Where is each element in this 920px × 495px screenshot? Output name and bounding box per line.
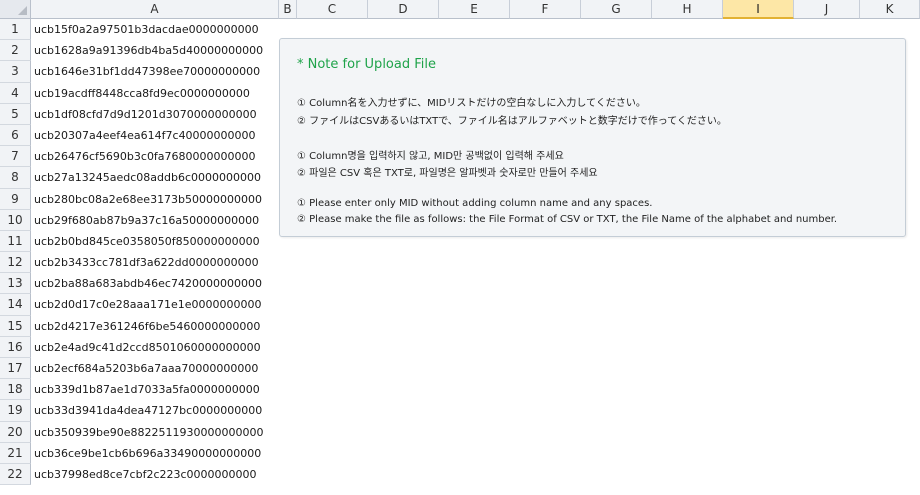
table-row: ucb2d0d17c0e28aaa171e1e0000000000 [31,294,279,315]
column-header-bar: A B C D E F G H I J K [31,0,920,19]
table-row: ucb339d1b87ae1d7033a5fa0000000000 [31,379,279,400]
row-header-bar: 1 2 3 4 5 6 7 8 9 10 11 12 13 14 15 16 1… [0,19,31,486]
row-header[interactable]: 10 [0,209,31,231]
column-a-cells: ucb15f0a2a97501b3dacdae0000000000 ucb162… [31,19,279,485]
row-header[interactable]: 22 [0,463,31,486]
cell-a[interactable]: ucb15f0a2a97501b3dacdae0000000000 [31,19,279,40]
table-row: ucb1646e31bf1dd47398ee70000000000 [31,61,279,82]
cell-a[interactable]: ucb20307a4eef4ea614f7c40000000000 [31,125,279,146]
cell-a[interactable]: ucb2b0bd845ce0358050f850000000000 [31,231,279,252]
table-row: ucb19acdff8448cca8fd9ec0000000000 [31,83,279,104]
cell-a[interactable]: ucb29f680ab87b9a37c16a50000000000 [31,210,279,231]
table-row: ucb1628a9a91396db4ba5d40000000000 [31,40,279,61]
table-row: ucb2b0bd845ce0358050f850000000000 [31,231,279,252]
row-header[interactable]: 16 [0,336,31,358]
table-row: ucb27a13245aedc08addb6c0000000000 [31,167,279,188]
row-header[interactable]: 7 [0,146,31,168]
table-row: ucb29f680ab87b9a37c16a50000000000 [31,210,279,231]
cell-a[interactable]: ucb2ba88a683abdb46ec7420000000000 [31,273,279,294]
row-header[interactable]: 15 [0,315,31,337]
table-row: ucb37998ed8ce7cbf2c223c0000000000 [31,464,279,485]
column-header-f[interactable]: F [510,0,581,19]
column-header-a[interactable]: A [31,0,279,19]
table-row: ucb15f0a2a97501b3dacdae0000000000 [31,19,279,40]
table-row: ucb33d3941da4dea47127bc0000000000 [31,400,279,421]
row-header[interactable]: 8 [0,167,31,189]
cell-a[interactable]: ucb2e4ad9c41d2ccd8501060000000000 [31,337,279,358]
row-header[interactable]: 4 [0,82,31,104]
row-header[interactable]: 6 [0,124,31,147]
cell-a[interactable]: ucb26476cf5690b3c0fa7680000000000 [31,146,279,167]
cell-a[interactable]: ucb2b3433cc781df3a622dd0000000000 [31,252,279,273]
row-header[interactable]: 19 [0,400,31,422]
row-header[interactable]: 1 [0,19,31,41]
row-header[interactable]: 11 [0,230,31,253]
table-row: ucb2e4ad9c41d2ccd8501060000000000 [31,337,279,358]
table-row: ucb36ce9be1cb6b696a33490000000000 [31,443,279,464]
note-line-jp-2: ② ファイルはCSVあるいはTXTで、ファイル名はアルファベットと数字だけで作っ… [297,116,727,127]
row-header[interactable]: 3 [0,61,31,83]
spreadsheet: A B C D E F G H I J K 1 2 3 4 5 6 7 8 9 … [0,0,920,495]
column-header-e[interactable]: E [439,0,510,19]
cell-a[interactable]: ucb1628a9a91396db4ba5d40000000000 [31,40,279,61]
upload-note-box[interactable]: * Note for Upload File ① Column名を入力せずに、M… [279,38,906,237]
column-header-h[interactable]: H [652,0,723,19]
column-header-d[interactable]: D [368,0,439,19]
column-header-b[interactable]: B [279,0,297,19]
cell-a[interactable]: ucb36ce9be1cb6b696a33490000000000 [31,443,279,464]
cell-a[interactable]: ucb1df08cfd7d9d1201d3070000000000 [31,104,279,125]
select-all-button[interactable] [0,0,31,19]
table-row: ucb20307a4eef4ea614f7c40000000000 [31,125,279,146]
note-line-jp-1: ① Column名を入力せずに、MIDリストだけの空白なしに入力してください。 [297,98,646,109]
column-header-c[interactable]: C [297,0,368,19]
table-row: ucb26476cf5690b3c0fa7680000000000 [31,146,279,167]
table-row: ucb280bc08a2e68ee3173b50000000000 [31,189,279,210]
row-header[interactable]: 20 [0,421,31,443]
cell-a[interactable]: ucb339d1b87ae1d7033a5fa0000000000 [31,379,279,400]
cell-a[interactable]: ucb2d0d17c0e28aaa171e1e0000000000 [31,294,279,315]
table-row: ucb2b3433cc781df3a622dd0000000000 [31,252,279,273]
cell-a[interactable]: ucb350939be90e8822511930000000000 [31,422,279,443]
note-title: * Note for Upload File [297,57,436,72]
column-header-k[interactable]: K [860,0,920,19]
table-row: ucb2ba88a683abdb46ec7420000000000 [31,273,279,294]
column-header-g[interactable]: G [581,0,652,19]
table-row: ucb2d4217e361246f6be5460000000000 [31,316,279,337]
cell-a[interactable]: ucb33d3941da4dea47127bc0000000000 [31,400,279,421]
row-header[interactable]: 9 [0,188,31,210]
cell-a[interactable]: ucb1646e31bf1dd47398ee70000000000 [31,61,279,82]
table-row: ucb350939be90e8822511930000000000 [31,422,279,443]
row-header[interactable]: 5 [0,103,31,125]
note-line-ko-1: ① Column명을 입력하지 않고, MID만 공백없이 입력해 주세요 [297,151,564,162]
cell-a[interactable]: ucb2d4217e361246f6be5460000000000 [31,316,279,337]
row-header[interactable]: 14 [0,294,31,316]
cell-a[interactable]: ucb19acdff8448cca8fd9ec0000000000 [31,83,279,104]
table-row: ucb1df08cfd7d9d1201d3070000000000 [31,104,279,125]
row-header[interactable]: 2 [0,40,31,62]
row-header[interactable]: 12 [0,252,31,274]
cell-a[interactable]: ucb27a13245aedc08addb6c0000000000 [31,167,279,188]
column-header-j[interactable]: J [794,0,860,19]
row-header[interactable]: 17 [0,358,31,380]
note-line-en-1: ① Please enter only MID without adding c… [297,198,653,209]
note-line-ko-2: ② 파일은 CSV 혹은 TXT로, 파일명은 알파벳과 숫자로만 만들어 주세… [297,168,598,179]
column-header-i[interactable]: I [723,0,794,19]
cell-a[interactable]: ucb280bc08a2e68ee3173b50000000000 [31,189,279,210]
select-all-triangle-icon [18,6,27,15]
row-header[interactable]: 13 [0,273,31,295]
table-row: ucb2ecf684a5203b6a7aaa70000000000 [31,358,279,379]
cell-a[interactable]: ucb37998ed8ce7cbf2c223c0000000000 [31,464,279,485]
row-header[interactable]: 21 [0,442,31,464]
cell-a[interactable]: ucb2ecf684a5203b6a7aaa70000000000 [31,358,279,379]
row-header[interactable]: 18 [0,379,31,401]
note-line-en-2: ② Please make the file as follows: the F… [297,214,838,225]
